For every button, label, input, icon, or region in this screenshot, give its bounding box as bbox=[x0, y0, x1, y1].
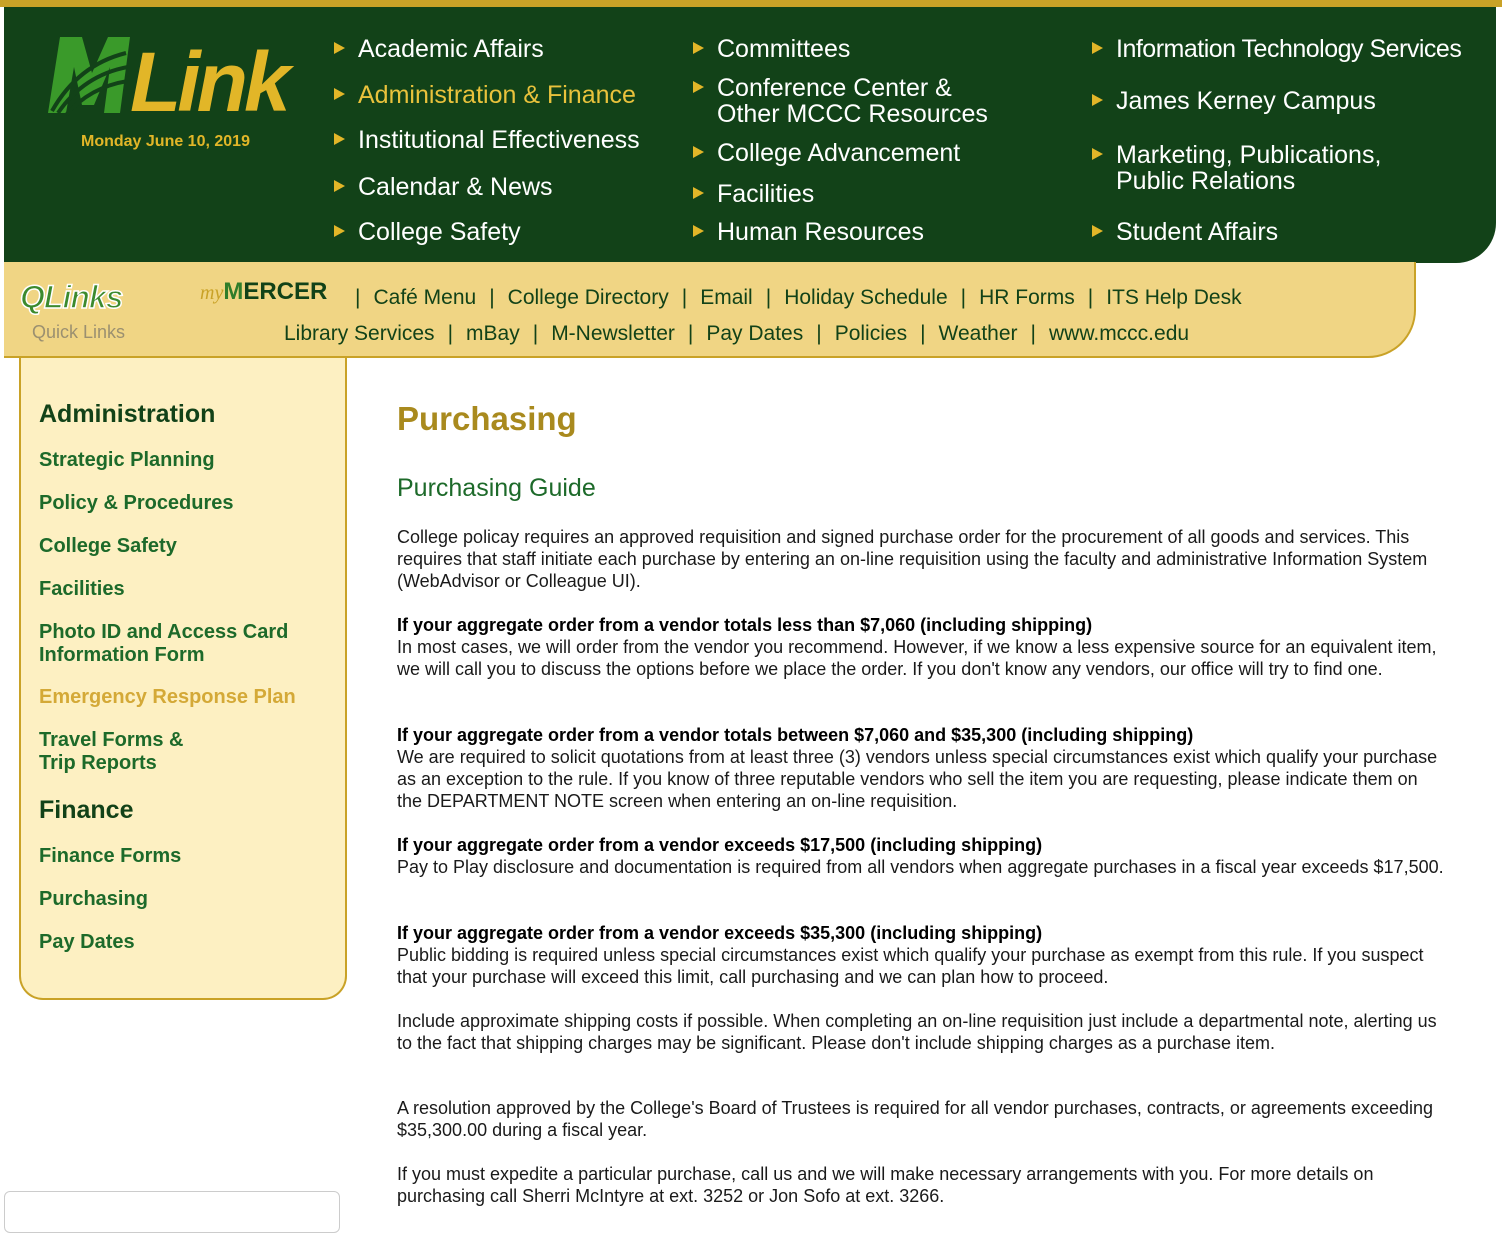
shipping-paragraph: Include approximate shipping costs if po… bbox=[397, 1011, 1437, 1053]
sidebar-link-photo-id[interactable]: Photo ID and Access Card Information Form bbox=[39, 621, 288, 667]
bottom-panel bbox=[4, 1191, 340, 1233]
sidebar-heading-finance: Finance bbox=[39, 796, 134, 824]
arrow-icon bbox=[693, 146, 704, 158]
arrow-icon bbox=[693, 187, 704, 199]
sidebar-link-finance-forms[interactable]: Finance Forms bbox=[39, 845, 181, 868]
ql-pay-dates[interactable]: Pay Dates bbox=[706, 322, 803, 345]
quicklinks-row-1: | Café Menu | College Directory | Email | Holid… bbox=[355, 286, 1242, 309]
arrow-icon bbox=[1092, 42, 1103, 54]
quicklinks-row-2: Library Services | mBay | M-Newsletter | Pay D… bbox=[284, 322, 1190, 345]
page-title: Purchasing bbox=[397, 400, 577, 437]
nav-conference-center[interactable]: Conference Center & Other MCCC Resources bbox=[693, 75, 988, 127]
section-heading: If your aggregate order from a vendor to… bbox=[397, 725, 1194, 745]
nav-james-kerney-campus[interactable]: James Kerney Campus bbox=[1092, 88, 1376, 114]
qlinks-logo: QLinks bbox=[19, 278, 124, 316]
ql-mbay[interactable]: mBay bbox=[466, 322, 520, 345]
board-resolution-paragraph: A resolution approved by the College's B… bbox=[397, 1098, 1434, 1140]
nav-college-advancement[interactable]: College Advancement bbox=[693, 140, 960, 166]
ql-hr-forms[interactable]: HR Forms bbox=[979, 286, 1075, 309]
ql-library-services[interactable]: Library Services bbox=[284, 322, 435, 345]
arrow-icon bbox=[1092, 225, 1103, 237]
nav-marketing[interactable]: Marketing, Publications, Public Relations bbox=[1092, 142, 1381, 194]
section-over-35300: If your aggregate order from a vendor ex… bbox=[397, 922, 1447, 988]
nav-human-resources[interactable]: Human Resources bbox=[693, 219, 924, 245]
nav-facilities[interactable]: Facilities bbox=[693, 181, 814, 207]
ql-cafe-menu[interactable]: Café Menu bbox=[373, 286, 476, 309]
section-heading: If your aggregate order from a vendor to… bbox=[397, 615, 1093, 635]
sidebar-link-facilities[interactable]: Facilities bbox=[39, 578, 125, 601]
sidebar-link-travel-forms[interactable]: Travel Forms & Trip Reports bbox=[39, 729, 184, 775]
qlinks-subtitle: Quick Links bbox=[32, 322, 126, 342]
arrow-icon bbox=[1092, 148, 1103, 160]
ql-college-directory[interactable]: College Directory bbox=[508, 286, 669, 309]
header-date: Monday June 10, 2019 bbox=[81, 133, 250, 150]
section-heading: If your aggregate order from a vendor ex… bbox=[397, 835, 1043, 855]
sidebar-link-emergency-response-plan[interactable]: Emergency Response Plan bbox=[39, 686, 296, 709]
section-7060-35300: If your aggregate order from a vendor to… bbox=[397, 724, 1447, 812]
sidebar-link-pay-dates[interactable]: Pay Dates bbox=[39, 931, 135, 954]
arrow-icon bbox=[334, 42, 345, 54]
sidebar-link-college-safety[interactable]: College Safety bbox=[39, 535, 177, 558]
arrow-icon bbox=[334, 225, 345, 237]
ql-policies[interactable]: Policies bbox=[835, 322, 907, 345]
mymercer-link[interactable]: myMERCER bbox=[200, 278, 327, 306]
expedite-paragraph: If you must expedite a particular purcha… bbox=[397, 1164, 1374, 1206]
intro-paragraph: College policay requires an approved req… bbox=[397, 527, 1428, 591]
section-under-7060: If your aggregate order from a vendor to… bbox=[397, 614, 1447, 680]
nav-administration-finance[interactable]: Administration & Finance bbox=[334, 82, 636, 108]
ql-weather[interactable]: Weather bbox=[939, 322, 1018, 345]
ql-holiday-schedule[interactable]: Holiday Schedule bbox=[784, 286, 947, 309]
top-border bbox=[0, 0, 1502, 7]
section-title: Purchasing Guide bbox=[397, 474, 596, 502]
arrow-icon bbox=[334, 88, 345, 100]
nav-institutional-effectiveness[interactable]: Institutional Effectiveness bbox=[334, 127, 640, 153]
nav-calendar-news[interactable]: Calendar & News bbox=[334, 174, 553, 200]
nav-college-safety[interactable]: College Safety bbox=[334, 219, 521, 245]
svg-text:Link: Link bbox=[130, 35, 295, 125]
arrow-icon bbox=[334, 133, 345, 145]
ql-m-newsletter[interactable]: M-Newsletter bbox=[551, 322, 675, 345]
nav-student-affairs[interactable]: Student Affairs bbox=[1092, 219, 1278, 245]
ql-email[interactable]: Email bbox=[700, 286, 753, 309]
section-body: We are required to solicit quotations fr… bbox=[397, 747, 1438, 811]
sidebar-link-policy-procedures[interactable]: Policy & Procedures bbox=[39, 492, 234, 515]
arrow-icon bbox=[693, 42, 704, 54]
sidebar-link-strategic-planning[interactable]: Strategic Planning bbox=[39, 449, 215, 472]
nav-its[interactable]: Information Technology Services bbox=[1092, 36, 1462, 62]
ql-mccc-website[interactable]: www.mccc.edu bbox=[1049, 322, 1189, 345]
section-body: In most cases, we will order from the ve… bbox=[397, 637, 1437, 679]
sidebar-link-purchasing[interactable]: Purchasing bbox=[39, 888, 148, 911]
nav-committees[interactable]: Committees bbox=[693, 36, 850, 62]
arrow-icon bbox=[693, 81, 704, 93]
sidebar-heading-administration: Administration bbox=[39, 400, 216, 428]
section-heading: If your aggregate order from a vendor ex… bbox=[397, 923, 1043, 943]
arrow-icon bbox=[693, 225, 704, 237]
section-body: Pay to Play disclosure and documentation… bbox=[397, 857, 1444, 877]
section-body: Public bidding is required unless specia… bbox=[397, 945, 1424, 987]
ql-its-help-desk[interactable]: ITS Help Desk bbox=[1106, 286, 1241, 309]
arrow-icon bbox=[334, 180, 345, 192]
mlink-logo[interactable]: Link bbox=[48, 35, 298, 125]
mercer-m-icon: M bbox=[223, 278, 244, 305]
arrow-icon bbox=[1092, 94, 1103, 106]
nav-academic-affairs[interactable]: Academic Affairs bbox=[334, 36, 544, 62]
section-over-17500: If your aggregate order from a vendor ex… bbox=[397, 834, 1447, 878]
